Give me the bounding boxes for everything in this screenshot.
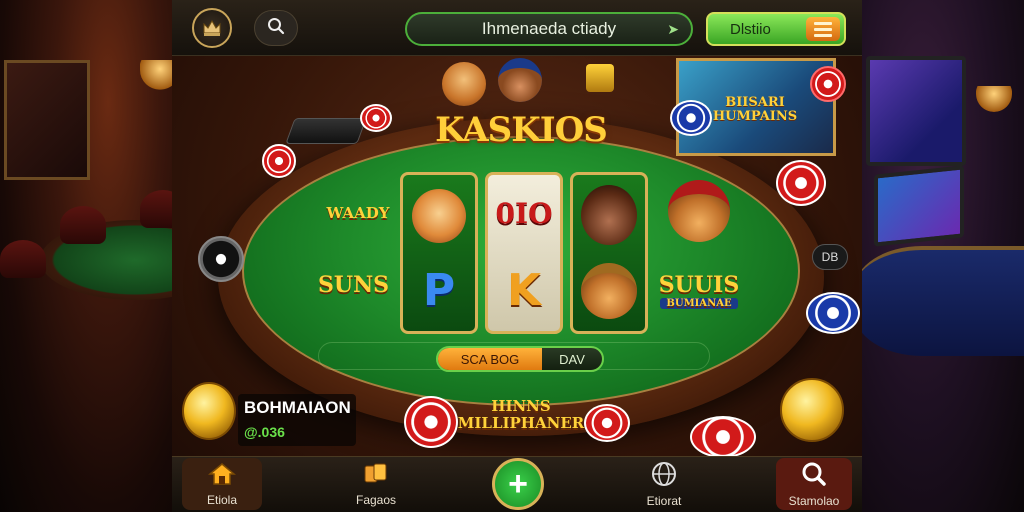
reel-2-top-symbol: 0IO (495, 197, 553, 230)
spin-bar-left[interactable]: SCA BOG (438, 348, 542, 370)
search-button[interactable] (254, 10, 298, 46)
balance-name: BOHMAIAON (244, 398, 351, 417)
poster-text: BIISARI HUMPAINS (712, 95, 798, 124)
nav-wallet-label: Etiorat (646, 493, 682, 508)
poker-chip (806, 292, 860, 334)
search-icon (801, 461, 827, 490)
gold-coin-icon (780, 378, 844, 442)
man-mascot-icon (498, 58, 542, 102)
slot-reel-2: 0IO K (485, 172, 563, 334)
right-badge: SUUIS (658, 272, 740, 298)
poker-chip (404, 396, 458, 448)
wall-painting (4, 60, 90, 180)
left-badge-top: WAADY (326, 204, 390, 222)
nav-home-label: Etiola (206, 492, 238, 507)
plus-icon: + (508, 464, 528, 503)
nav-search-label: Stamolao (788, 493, 840, 508)
right-badge-sub: BUMIANAE (660, 298, 738, 309)
poker-chip (670, 100, 712, 136)
reel-1-letter: P (422, 265, 456, 316)
trophy-icon (586, 64, 614, 92)
hero-title: KASKIOS (435, 110, 608, 150)
slot-reel-3 (570, 172, 648, 334)
notification-badge[interactable] (810, 66, 846, 102)
stool (0, 240, 46, 278)
poker-chip (262, 144, 296, 178)
wall-screen (874, 165, 964, 247)
background-blackjack-table (854, 246, 1024, 356)
pirate-symbol-icon (581, 185, 637, 245)
center-banner-text: HINNS MILLIPHANER (457, 397, 585, 432)
left-badge-bottom: SUNS (318, 272, 390, 298)
slot-reel-1: P (400, 172, 478, 334)
background-room-right (854, 0, 1024, 512)
crown-badge-icon[interactable] (192, 8, 232, 48)
action-button[interactable]: Dlstiio (706, 12, 846, 46)
title-pill[interactable]: Ihmenaeda ctiady ➤ (405, 12, 693, 46)
fox-mascot-icon (442, 62, 486, 106)
arrow-right-icon: ➤ (667, 21, 679, 37)
poker-chip (776, 160, 826, 206)
cat-symbol-icon (581, 263, 637, 319)
background-room-left (0, 0, 180, 512)
nav-search[interactable]: Stamolao (776, 458, 852, 510)
page-title: Ihmenaeda ctiady (481, 19, 617, 38)
spin-bar[interactable]: SCA BOG DAV (436, 346, 604, 372)
nav-wallet[interactable]: Etiorat (624, 458, 704, 510)
cards-icon (361, 462, 391, 489)
fox-symbol-icon (412, 189, 466, 243)
stool (60, 206, 106, 244)
dealer-tray (285, 118, 367, 144)
poker-chip (690, 416, 756, 458)
search-icon (267, 17, 285, 40)
reel-2-letter: K (506, 265, 542, 316)
add-button[interactable]: + (492, 458, 544, 510)
balance-amount: @.036 (244, 424, 285, 440)
spin-bar-right[interactable]: DAV (542, 348, 602, 370)
chip-button[interactable]: ◉ (198, 236, 244, 282)
nav-home[interactable]: Etiola (182, 458, 262, 510)
action-label: Dlstiio (730, 20, 771, 38)
globe-icon (651, 461, 677, 490)
balance-coin-icon (182, 382, 236, 440)
poker-chip (584, 404, 630, 442)
nav-games-label: Fagaos (355, 492, 397, 507)
cowboy-cat-icon (668, 180, 730, 242)
wall-lamp (976, 86, 1012, 112)
wall-screen (866, 56, 966, 166)
home-icon (207, 462, 237, 489)
side-pill[interactable]: DB (812, 244, 848, 270)
poker-chip (360, 104, 392, 132)
nav-games[interactable]: Fagaos (336, 458, 416, 510)
menu-icon[interactable] (806, 17, 840, 41)
